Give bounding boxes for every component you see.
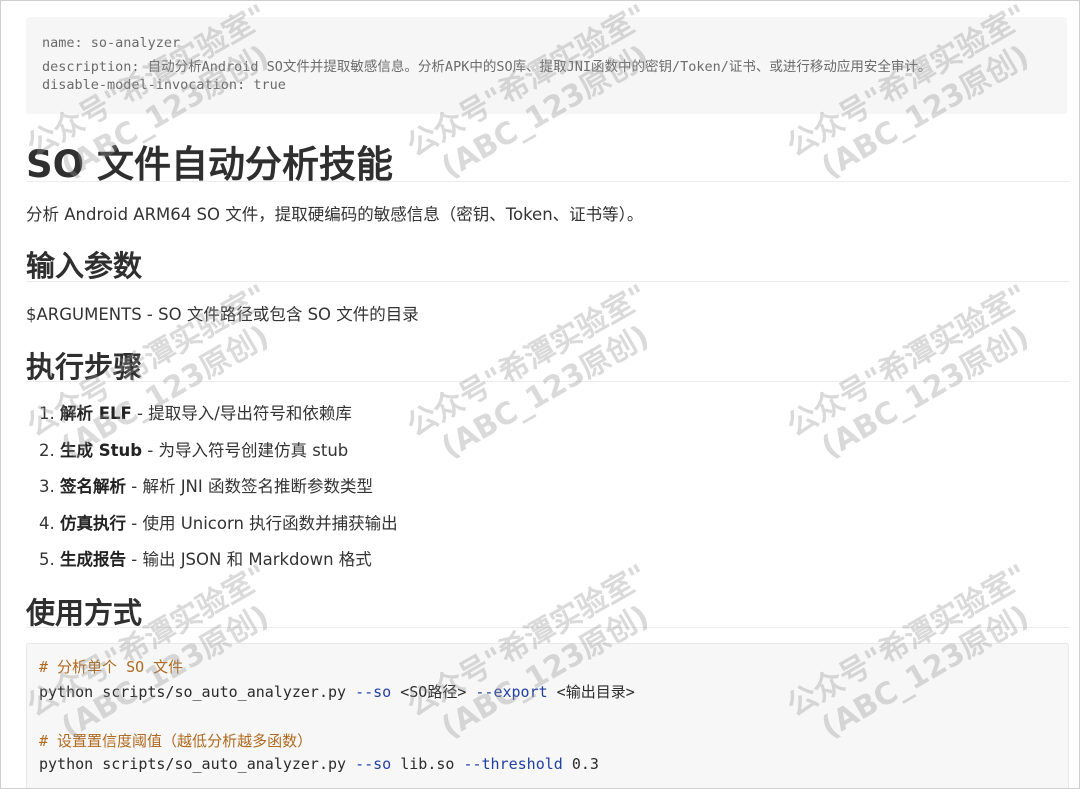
list-item: 5. 生成报告 - 输出 JSON 和 Markdown 格式 [39,550,372,569]
watermark: 公众号"希潭实验室" (ABC_123原创) [781,278,1036,466]
front-matter-name: name: so-analyzer [42,35,181,51]
input-divider [26,281,1069,282]
title-divider [26,181,1069,182]
intro-paragraph: 分析 Android ARM64 SO 文件，提取硬编码的敏感信息（密钥、Tok… [26,205,644,224]
watermark: 公众号"希潭实验室" (ABC_123原创) [401,278,656,466]
list-item: 1. 解析 ELF - 提取导入/导出符号和依赖库 [39,404,352,423]
front-matter-description: description: 自动分析Android SO文件并提取敏感信息。分析A… [42,59,932,75]
document-page: name: so-analyzer description: 自动分析Andro… [0,0,1080,789]
usage-heading: 使用方式 [26,596,143,630]
list-item: 3. 签名解析 - 解析 JNI 函数签名推断参数类型 [39,477,374,496]
code-line: python scripts/so_auto_analyzer.py --so … [39,683,635,701]
usage-divider [26,627,1069,628]
input-text: $ARGUMENTS - SO 文件路径或包含 SO 文件的目录 [26,305,419,324]
list-item: 2. 生成 Stub - 为导入符号创建仿真 stub [39,440,349,460]
code-block: # 分析单个 SO 文件 python scripts/so_auto_anal… [26,643,1069,788]
steps-list: 1. 解析 ELF - 提取导入/导出符号和依赖库 2. 生成 Stub - 为… [39,400,398,583]
steps-heading: 执行步骤 [26,350,143,384]
page-title: SO 文件自动分析技能 [26,143,393,186]
code-comment: # 分析单个 SO 文件 [39,658,184,676]
steps-divider [26,381,1069,382]
front-matter-invocation: disable-model-invocation: true [42,77,286,93]
code-line: python scripts/so_auto_analyzer.py --so … [39,755,599,773]
list-item: 4. 仿真执行 - 使用 Unicorn 执行函数并捕获输出 [39,513,398,533]
front-matter-block: name: so-analyzer description: 自动分析Andro… [26,17,1067,114]
input-heading: 输入参数 [26,249,143,283]
code-comment: # 设置置信度阈值（越低分析越多函数） [39,732,313,750]
